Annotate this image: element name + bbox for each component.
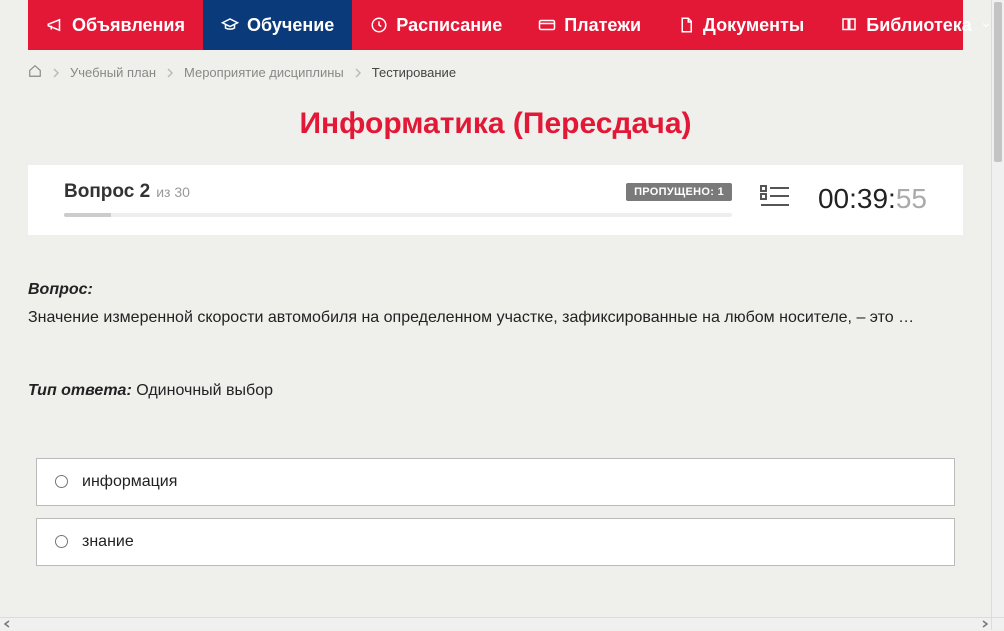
skipped-badge: ПРОПУЩЕНО: 1	[626, 183, 732, 201]
breadcrumb-link[interactable]: Мероприятие дисциплины	[184, 65, 344, 80]
nav-label: Расписание	[396, 15, 502, 36]
question-total: из 30	[156, 184, 190, 200]
nav-label: Платежи	[564, 15, 641, 36]
nav-label: Библиотека	[866, 15, 972, 36]
answer-type-label: Тип ответа:	[28, 382, 132, 399]
question-list-button[interactable]	[760, 184, 790, 215]
nav-documents[interactable]: Документы	[659, 0, 822, 50]
book-icon	[840, 16, 858, 34]
breadcrumb-home[interactable]	[28, 64, 42, 81]
question-label: Вопрос:	[28, 277, 963, 303]
breadcrumb-link[interactable]: Учебный план	[70, 65, 156, 80]
timer-seconds: 55	[896, 183, 927, 214]
doc-icon	[677, 16, 695, 34]
megaphone-icon	[46, 16, 64, 34]
timer-main: 00:39:	[818, 183, 896, 214]
answer-text: информация	[82, 473, 177, 491]
options-list: информация знание	[36, 458, 955, 566]
answer-type-value: Одиночный выбор	[136, 382, 273, 399]
answer-option[interactable]: знание	[36, 518, 955, 566]
status-bar: Вопрос 2 из 30 ПРОПУЩЕНО: 1	[28, 165, 963, 235]
question-text: Значение измеренной скорости автомобиля …	[28, 305, 963, 331]
horizontal-scrollbar[interactable]	[0, 617, 991, 630]
nav-payments[interactable]: Платежи	[520, 0, 659, 50]
timer: 00:39:55	[818, 183, 927, 215]
breadcrumb-separator	[166, 68, 174, 78]
nav-label: Объявления	[72, 15, 185, 36]
breadcrumb-current: Тестирование	[372, 65, 456, 80]
list-icon	[760, 184, 790, 210]
main-nav: Объявления Обучение Расписание Платежи Д…	[28, 0, 963, 50]
nav-label: Документы	[703, 15, 804, 36]
clock-icon	[370, 16, 388, 34]
scroll-left-arrow[interactable]	[0, 618, 13, 631]
home-icon	[28, 64, 42, 78]
scrollbar-thumb[interactable]	[994, 2, 1002, 162]
nav-library[interactable]: Библиотека	[822, 0, 991, 50]
nav-learning[interactable]: Обучение	[203, 0, 352, 50]
graduation-icon	[221, 16, 239, 34]
card-icon	[538, 16, 556, 34]
answer-radio[interactable]	[55, 535, 68, 548]
question-counter: Вопрос 2	[64, 181, 150, 203]
chevron-down-icon	[980, 19, 991, 31]
scrollbar-corner	[991, 617, 1004, 630]
answer-text: знание	[82, 533, 134, 551]
breadcrumb-separator	[354, 68, 362, 78]
nav-schedule[interactable]: Расписание	[352, 0, 520, 50]
vertical-scrollbar[interactable]	[991, 0, 1004, 617]
progress-bar	[64, 213, 732, 217]
breadcrumb-separator	[52, 68, 60, 78]
answer-radio[interactable]	[55, 475, 68, 488]
breadcrumb: Учебный план Мероприятие дисциплины Тест…	[28, 64, 963, 81]
answer-option[interactable]: информация	[36, 458, 955, 506]
page-title: Информатика (Пересдача)	[0, 107, 991, 141]
nav-label: Обучение	[247, 15, 334, 36]
question-area: Вопрос: Значение измеренной скорости авт…	[28, 277, 963, 404]
nav-announcements[interactable]: Объявления	[28, 0, 203, 50]
scroll-right-arrow[interactable]	[978, 618, 991, 631]
